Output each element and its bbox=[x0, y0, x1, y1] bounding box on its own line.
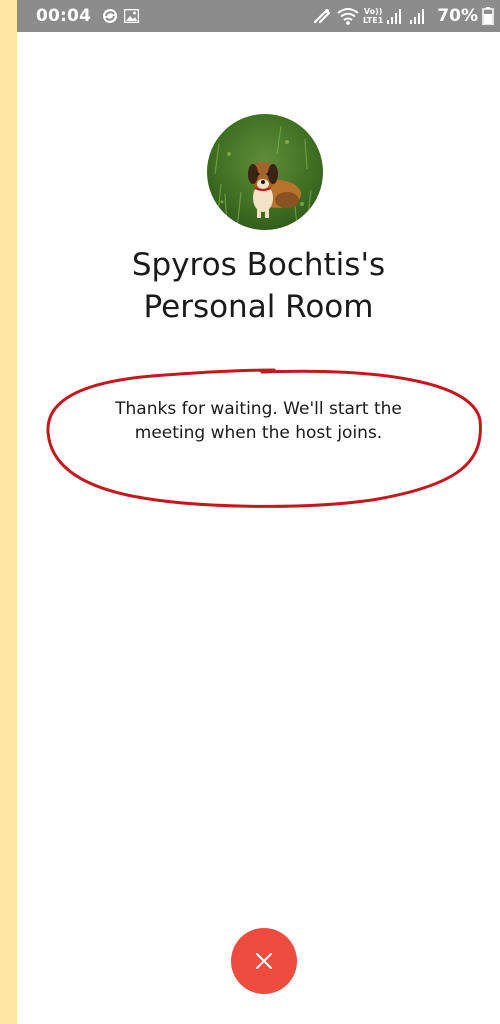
volte-label: Vo)) bbox=[363, 7, 383, 16]
signal-icon bbox=[387, 9, 402, 24]
close-icon bbox=[256, 953, 272, 969]
waiting-message-line2: meeting when the host joins. bbox=[134, 423, 383, 443]
waiting-message: Thanks for waiting. We'll start the meet… bbox=[77, 397, 440, 445]
lte-label: LTE1 bbox=[363, 16, 384, 25]
volte-lte-icon: Vo)) LTE1 bbox=[363, 7, 383, 25]
leave-meeting-button[interactable] bbox=[231, 928, 297, 994]
waiting-message-line1: Thanks for waiting. We'll start the bbox=[115, 399, 402, 419]
room-title-line1: Spyros Bochtis's bbox=[131, 247, 386, 283]
battery-percent: 70% bbox=[437, 6, 478, 26]
phone-screen: 00:04 Vo)) LTE1 70% Spyros Bochtis's Per… bbox=[17, 0, 500, 1024]
room-title-line2: Personal Room bbox=[143, 289, 374, 325]
signal-icon-2 bbox=[410, 9, 425, 24]
battery-icon bbox=[482, 7, 494, 25]
image-icon bbox=[124, 9, 139, 23]
dog-photo-avatar bbox=[207, 114, 323, 230]
side-strip bbox=[0, 0, 17, 1024]
host-avatar bbox=[207, 114, 323, 230]
wifi-icon bbox=[337, 8, 359, 25]
nfc-icon bbox=[313, 9, 331, 24]
status-time: 00:04 bbox=[36, 6, 92, 26]
status-bar: 00:04 Vo)) LTE1 70% bbox=[17, 0, 500, 32]
status-icons-right: Vo)) LTE1 70% bbox=[313, 6, 494, 26]
room-title: Spyros Bochtis's Personal Room bbox=[17, 244, 500, 328]
sync-icon bbox=[103, 9, 117, 23]
